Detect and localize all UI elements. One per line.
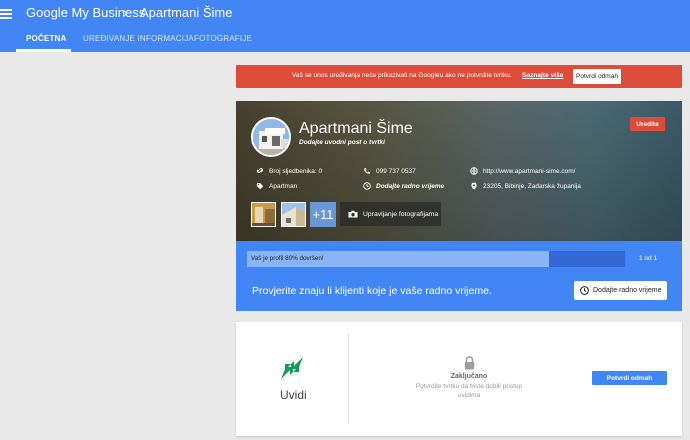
banner-verify-button[interactable]: Potvrdi odmah — [573, 69, 621, 84]
hours-info: Dodajte radno vrijeme — [363, 182, 444, 190]
tab-bar: POČETNA UREĐIVANJE INFORMACIJA FOTOGRAFI… — [0, 30, 690, 52]
edit-button[interactable]: Uredite — [630, 117, 665, 131]
add-hours-button[interactable]: Dodajte radno vrijeme — [574, 281, 667, 300]
followers-info: Broj sljedbenika: 0 — [256, 167, 322, 175]
location-pin-icon — [471, 182, 477, 190]
completion-label: Vaš je profil 80% dovršen! — [251, 255, 324, 262]
photo-thumbnail-2[interactable] — [281, 202, 306, 227]
insights-verify-button[interactable]: Potvrdi odmah — [592, 371, 667, 385]
add-intro-post-link[interactable]: Dodajte uvodni post o tvrtki — [299, 139, 385, 146]
camera-icon — [348, 210, 358, 218]
phone-number[interactable]: 099 737 0537 — [376, 168, 416, 175]
business-address: 23205, Bibinje, Zadarska županija — [483, 182, 581, 190]
link-icon — [256, 168, 263, 173]
insights-arrows-icon — [281, 357, 303, 379]
business-profile-card: Apartmani Šime Dodajte uvodni post o tvr… — [236, 101, 682, 241]
hamburger-menu-icon[interactable] — [0, 9, 12, 19]
banner-text: Vaš se unos uređivanja neće prikazivati … — [292, 72, 512, 79]
tab-home[interactable]: POČETNA — [26, 34, 67, 43]
locked-description: Potvrdite tvrtku da biste dobili pristup… — [415, 383, 523, 399]
website-url[interactable]: http://www.apartmani-sime.com/ — [483, 168, 575, 175]
address-info: 23205, Bibinje, Zadarska županija — [470, 182, 581, 190]
completion-progress-bar: Vaš je profil 80% dovršen! — [247, 251, 625, 267]
website-info: http://www.apartmani-sime.com/ — [470, 167, 575, 175]
category-info: Apartman — [256, 182, 297, 190]
add-hours-button-label: Dodajte radno vrijeme — [593, 287, 662, 294]
locked-title: Zaključano — [450, 373, 488, 380]
hours-prompt-text: Provjerite znaju li klijenti koje je vaš… — [252, 285, 492, 297]
insights-title: Uvidi — [280, 388, 307, 402]
business-avatar[interactable] — [251, 117, 291, 157]
manage-photos-label: Upravljanje fotografijama — [363, 210, 439, 218]
tab-photos[interactable]: FOTOGRAFIJE — [194, 34, 252, 43]
business-breadcrumb: Apartmani Šime — [140, 5, 233, 20]
lock-icon — [464, 356, 475, 370]
insights-card: Uvidi Zaključano Potvrdite tvrtku da bis… — [236, 322, 682, 436]
left-panel — [0, 52, 222, 440]
chevron-right-icon: › — [123, 4, 128, 20]
clock-icon — [580, 286, 589, 295]
app-bar: Google My Business › Apartmani Šime POČE… — [0, 0, 690, 52]
photo-thumbnail-1[interactable] — [251, 202, 276, 227]
clock-icon — [363, 182, 371, 190]
manage-photos-button[interactable]: Upravljanje fotografijama — [340, 202, 441, 226]
phone-icon — [364, 168, 370, 174]
task-counter: 1 od 1 — [639, 255, 658, 262]
tab-edit-info[interactable]: UREĐIVANJE INFORMACIJA — [83, 34, 194, 43]
more-photos-button[interactable]: +11 — [310, 202, 336, 227]
tag-icon — [256, 183, 264, 190]
profile-completion-card: Vaš je profil 80% dovršen! 1 od 1 Provje… — [236, 241, 682, 311]
phone-info: 099 737 0537 — [363, 167, 416, 175]
followers-count: Broj sljedbenika: 0 — [269, 167, 323, 175]
business-category: Apartman — [269, 182, 298, 190]
learn-more-link[interactable]: Saznajte više — [522, 72, 563, 79]
globe-icon — [470, 167, 478, 175]
verification-warning-banner: Vaš se unos uređivanja neće prikazivati … — [236, 65, 682, 88]
add-hours-link[interactable]: Dodajte radno vrijeme — [376, 183, 444, 190]
business-name: Apartmani Šime — [299, 120, 413, 137]
